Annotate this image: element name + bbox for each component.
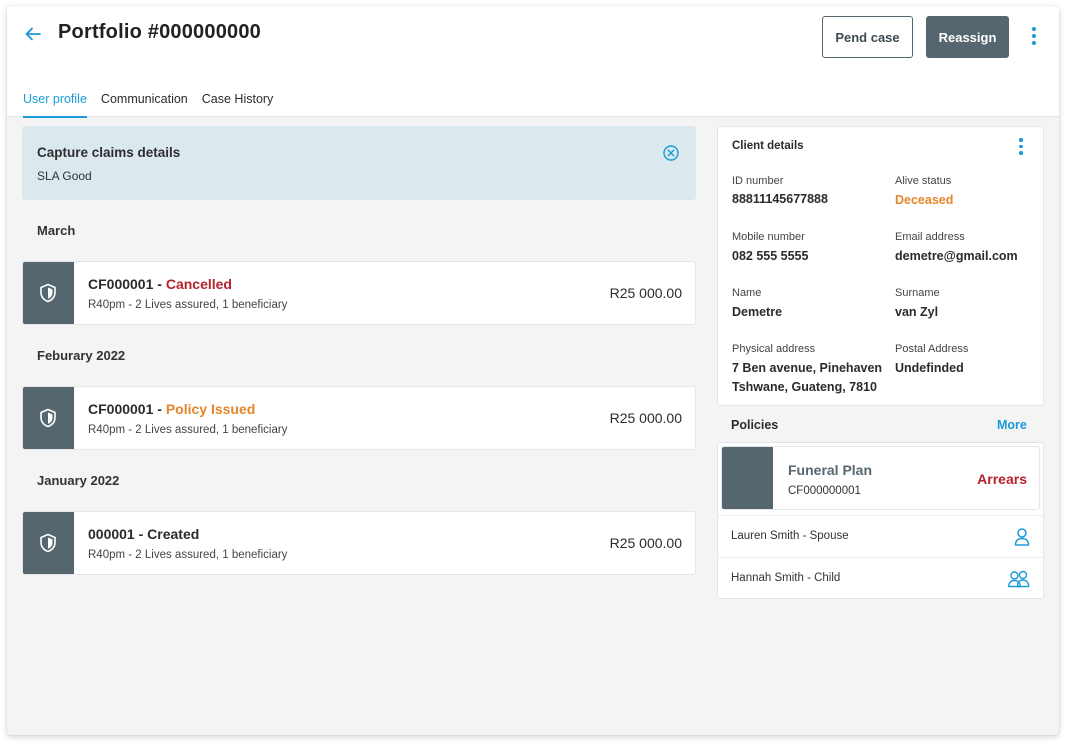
mobile-number-label: Mobile number — [732, 231, 805, 243]
alive-status-value: Deceased — [895, 193, 954, 207]
physical-address-line2: Tshwane, Guateng, 7810 — [732, 380, 877, 394]
case-status: Cancelled — [165, 276, 232, 292]
case-summary: R40pm - 2 Lives assured, 1 beneficiary — [88, 424, 288, 436]
header: Portfolio #000000000 Pend case Reassign … — [7, 6, 1059, 118]
case-amount: R25 000.00 — [609, 285, 682, 301]
shield-icon — [40, 408, 56, 428]
person-icon[interactable] — [1013, 527, 1031, 547]
case-amount: R25 000.00 — [609, 410, 682, 426]
more-options-icon[interactable] — [1028, 27, 1040, 49]
member-row[interactable]: Lauren Smith - Spouse — [718, 515, 1043, 557]
plan-code: CF000000001 — [788, 485, 861, 497]
case-card-side — [23, 387, 74, 449]
case-title: CF000001 - Cancelled — [88, 276, 232, 292]
client-more-icon[interactable] — [1015, 138, 1027, 158]
mobile-number-value: 082 555 5555 — [732, 249, 809, 263]
reassign-button[interactable]: Reassign — [926, 16, 1009, 58]
case-status: Created — [147, 526, 200, 542]
banner-subtitle: SLA Good — [37, 169, 92, 183]
case-id: 000001 — [88, 526, 135, 542]
case-summary: R40pm - 2 Lives assured, 1 beneficiary — [88, 549, 288, 561]
shield-icon — [40, 533, 56, 553]
member-name: Lauren Smith - Spouse — [731, 530, 849, 542]
tab-bar: User profile Communication Case History — [23, 92, 287, 118]
banner-title: Capture claims details — [37, 145, 181, 160]
case-title: CF000001 - Policy Issued — [88, 401, 256, 417]
close-circle-icon[interactable] — [662, 144, 680, 162]
case-card[interactable]: 000001 - Created R40pm - 2 Lives assured… — [22, 511, 696, 575]
month-heading: Feburary 2022 — [37, 348, 126, 363]
physical-address-label: Physical address — [732, 343, 816, 355]
plan-card-side — [722, 447, 773, 509]
case-card-side — [23, 512, 74, 574]
more-link[interactable]: More — [997, 418, 1027, 432]
plan-status: Arrears — [977, 471, 1027, 487]
email-address-value: demetre@gmail.com — [895, 249, 1018, 263]
plan-name: Funeral Plan — [788, 462, 873, 478]
policies-card: Funeral Plan CF000000001 Arrears Lauren … — [717, 442, 1044, 599]
page-title: Portfolio #000000000 — [58, 21, 261, 43]
alive-status-label: Alive status — [895, 175, 952, 187]
claims-banner: Capture claims details SLA Good — [22, 126, 696, 200]
policies-heading: Policies — [731, 418, 779, 432]
case-title: 000001 - Created — [88, 526, 200, 542]
email-address-label: Email address — [895, 231, 965, 243]
month-heading: March — [37, 223, 76, 238]
surname-label: Surname — [895, 287, 940, 299]
tab-communication[interactable]: Communication — [101, 92, 188, 117]
case-card[interactable]: CF000001 - Cancelled R40pm - 2 Lives ass… — [22, 261, 696, 325]
month-heading: January 2022 — [37, 473, 120, 488]
people-icon[interactable] — [1007, 569, 1031, 589]
case-id: CF000001 — [88, 276, 154, 292]
case-status: Policy Issued — [165, 401, 256, 417]
postal-address-label: Postal Address — [895, 343, 969, 355]
client-details-card: Client details ID number 88811145677888 … — [717, 126, 1044, 406]
member-name: Hannah Smith - Child — [731, 572, 841, 584]
client-details-title: Client details — [732, 140, 804, 152]
postal-address-value: Undefinded — [895, 361, 964, 375]
surname-value: van Zyl — [895, 305, 939, 319]
app-window: Portfolio #000000000 Pend case Reassign … — [7, 6, 1059, 735]
tab-user-profile[interactable]: User profile — [23, 92, 87, 118]
name-value: Demetre — [732, 305, 783, 319]
pend-case-button[interactable]: Pend case — [822, 16, 913, 58]
id-number-value: 88811145677888 — [732, 192, 828, 206]
case-id: CF000001 — [88, 401, 154, 417]
id-number-label: ID number — [732, 175, 784, 187]
shield-icon — [40, 283, 56, 303]
case-amount: R25 000.00 — [609, 535, 682, 551]
name-label: Name — [732, 287, 762, 299]
back-arrow-icon[interactable] — [23, 24, 43, 44]
policy-plan-card[interactable]: Funeral Plan CF000000001 Arrears — [721, 446, 1040, 510]
member-row[interactable]: Hannah Smith - Child — [718, 557, 1043, 599]
case-summary: R40pm - 2 Lives assured, 1 beneficiary — [88, 299, 288, 311]
case-card[interactable]: CF000001 - Policy Issued R40pm - 2 Lives… — [22, 386, 696, 450]
tab-case-history[interactable]: Case History — [202, 92, 274, 117]
physical-address-line1: 7 Ben avenue, Pinehaven — [732, 361, 883, 375]
case-card-side — [23, 262, 74, 324]
